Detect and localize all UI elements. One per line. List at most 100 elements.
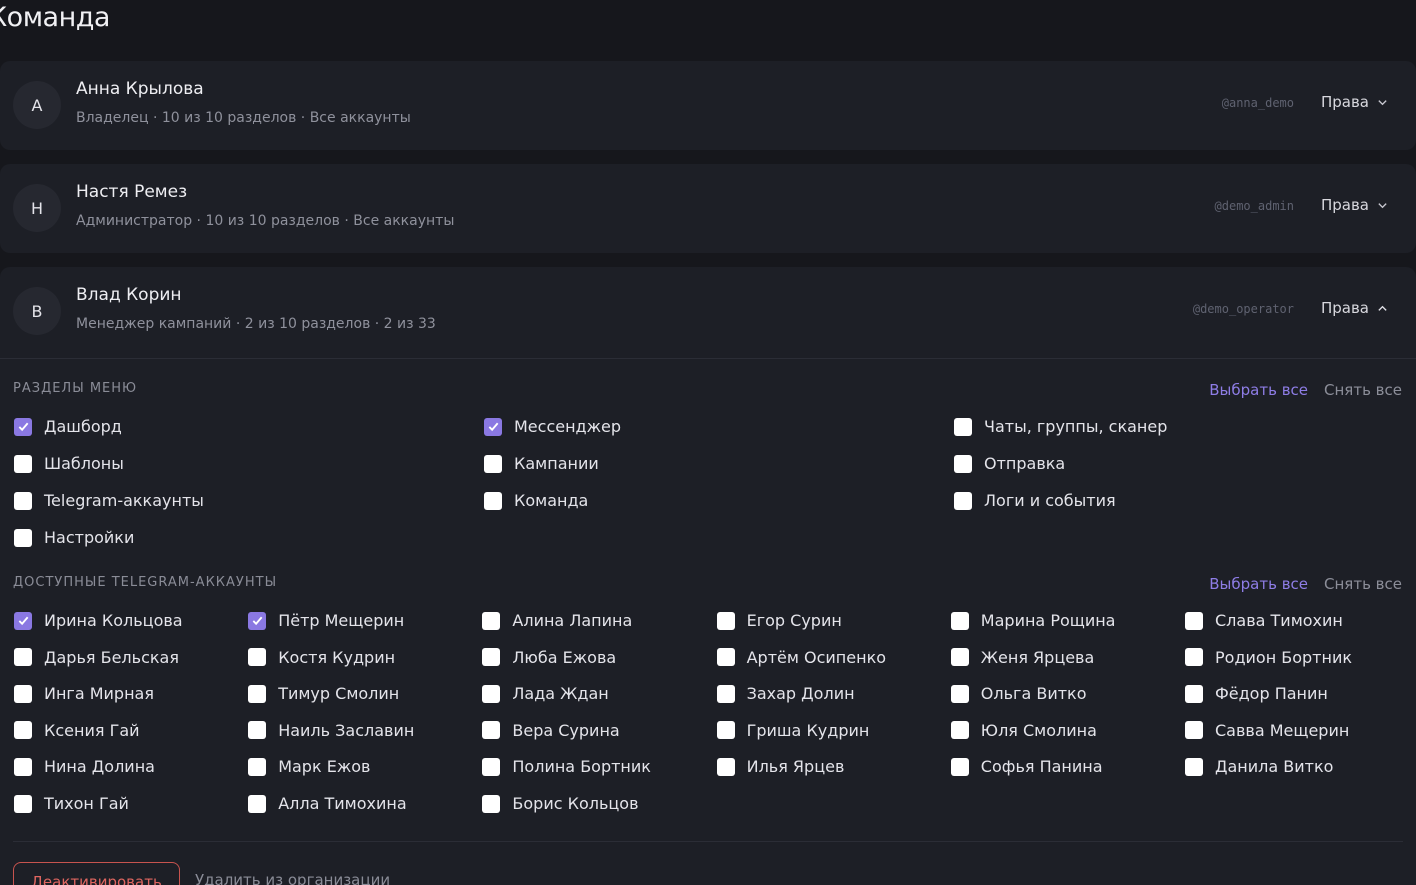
checkbox-unchecked[interactable] xyxy=(954,417,972,436)
checkbox-item[interactable]: Полина Бортник xyxy=(482,757,651,776)
rights-toggle[interactable]: Права xyxy=(1321,299,1388,317)
checkbox-item[interactable]: Тимур Смолин xyxy=(248,684,399,703)
checkbox-unchecked[interactable] xyxy=(248,794,267,813)
checkbox-item[interactable]: Илья Ярцев xyxy=(716,757,844,776)
checkbox-item[interactable]: Telegram-аккаунты xyxy=(14,491,204,510)
checkbox-item[interactable]: Егор Сурин xyxy=(716,611,842,630)
checkbox-unchecked[interactable] xyxy=(482,684,501,703)
checkbox-unchecked[interactable] xyxy=(14,757,32,776)
checkbox-unchecked[interactable] xyxy=(950,757,969,776)
checkbox-item[interactable]: Юля Смолина xyxy=(950,721,1097,740)
checkbox-unchecked[interactable] xyxy=(1185,611,1203,630)
checkbox-item[interactable]: Родион Бортник xyxy=(1185,648,1352,667)
checkbox-item[interactable]: Мессенджер xyxy=(484,417,621,436)
checkbox-item[interactable]: Наиль Заславин xyxy=(248,721,414,740)
checkbox-unchecked[interactable] xyxy=(716,611,735,630)
checkbox-item[interactable]: Данила Витко xyxy=(1185,757,1333,776)
checkbox-unchecked[interactable] xyxy=(14,794,32,813)
checkbox-label: Чаты, группы, сканер xyxy=(984,417,1168,436)
checkbox-unchecked[interactable] xyxy=(1185,648,1203,667)
checkbox-item[interactable]: Марк Ежов xyxy=(248,757,370,776)
checkbox-item[interactable]: Отправка xyxy=(954,454,1065,473)
checkbox-unchecked[interactable] xyxy=(484,491,502,510)
checkbox-item[interactable]: Борис Кольцов xyxy=(482,794,639,813)
accounts-select-all-button[interactable]: Выбрать все xyxy=(1209,575,1308,593)
checkbox-unchecked[interactable] xyxy=(248,721,267,740)
checkbox-unchecked[interactable] xyxy=(14,491,32,510)
checkbox-item[interactable]: Фёдор Панин xyxy=(1185,684,1328,703)
checkbox-item[interactable]: Пётр Мещерин xyxy=(248,611,404,630)
checkbox-unchecked[interactable] xyxy=(482,757,501,776)
checkbox-unchecked[interactable] xyxy=(950,721,969,740)
member-name: Влад Корин xyxy=(76,285,182,305)
checkbox-item[interactable]: Инга Мирная xyxy=(14,684,154,703)
checkbox-checked[interactable] xyxy=(14,417,32,436)
checkbox-unchecked[interactable] xyxy=(716,757,735,776)
checkbox-unchecked[interactable] xyxy=(482,611,501,630)
checkbox-unchecked[interactable] xyxy=(484,454,502,473)
checkbox-checked[interactable] xyxy=(248,611,267,630)
checkbox-unchecked[interactable] xyxy=(482,648,501,667)
checkbox-unchecked[interactable] xyxy=(716,721,735,740)
checkbox-item[interactable]: Алина Лапина xyxy=(482,611,632,630)
checkbox-item[interactable]: Гриша Кудрин xyxy=(716,721,869,740)
checkbox-item[interactable]: Женя Ярцева xyxy=(950,648,1094,667)
checkbox-unchecked[interactable] xyxy=(248,684,267,703)
checkbox-unchecked[interactable] xyxy=(248,757,267,776)
checkbox-item[interactable]: Ксения Гай xyxy=(14,721,140,740)
checkbox-item[interactable]: Костя Кудрин xyxy=(248,648,395,667)
checkbox-unchecked[interactable] xyxy=(950,611,969,630)
menu-select-all-button[interactable]: Выбрать все xyxy=(1209,381,1308,399)
checkbox-item[interactable]: Марина Рощина xyxy=(950,611,1115,630)
checkbox-label: Артём Осипенко xyxy=(746,647,887,667)
checkbox-item[interactable]: Нина Долина xyxy=(14,757,155,776)
checkbox-unchecked[interactable] xyxy=(14,684,32,703)
checkbox-item[interactable]: Захар Долин xyxy=(716,684,855,703)
checkbox-unchecked[interactable] xyxy=(1185,684,1203,703)
remove-from-org-button[interactable]: Удалить из организации xyxy=(195,871,390,885)
checkbox-item[interactable]: Команда xyxy=(484,491,588,510)
checkbox-item[interactable]: Дарья Бельская xyxy=(14,648,179,667)
rights-toggle[interactable]: Права xyxy=(1321,93,1388,111)
rights-toggle[interactable]: Права xyxy=(1321,196,1388,214)
checkbox-unchecked[interactable] xyxy=(954,454,972,473)
checkbox-unchecked[interactable] xyxy=(14,721,32,740)
checkbox-item[interactable]: Артём Осипенко xyxy=(716,647,887,667)
checkbox-checked[interactable] xyxy=(484,417,502,436)
checkbox-unchecked[interactable] xyxy=(950,684,969,703)
accounts-clear-all-button[interactable]: Снять все xyxy=(1324,575,1402,593)
checkbox-unchecked[interactable] xyxy=(14,454,32,473)
checkbox-item[interactable]: Алла Тимохина xyxy=(248,794,407,813)
checkbox-unchecked[interactable] xyxy=(248,648,267,667)
checkbox-item[interactable]: Ольга Витко xyxy=(950,684,1087,703)
checkbox-unchecked[interactable] xyxy=(14,528,32,547)
checkbox-item[interactable]: Люба Ежова xyxy=(482,648,616,667)
checkbox-unchecked[interactable] xyxy=(950,648,969,667)
divider xyxy=(13,841,1403,842)
checkbox-unchecked[interactable] xyxy=(482,721,501,740)
checkbox-item[interactable]: Настройки xyxy=(14,528,134,547)
checkbox-item[interactable]: Тихон Гай xyxy=(14,794,129,813)
deactivate-button[interactable]: Деактивировать xyxy=(13,862,180,885)
checkbox-unchecked[interactable] xyxy=(716,684,735,703)
checkbox-item[interactable]: Софья Панина xyxy=(950,757,1103,776)
checkbox-item[interactable]: Логи и события xyxy=(954,491,1116,510)
menu-clear-all-button[interactable]: Снять все xyxy=(1324,381,1402,399)
checkbox-unchecked[interactable] xyxy=(1185,721,1203,740)
checkbox-item[interactable]: Кампании xyxy=(484,454,599,473)
checkbox-item[interactable]: Чаты, группы, сканер xyxy=(954,417,1167,436)
checkbox-item[interactable]: Лада Ждан xyxy=(482,684,609,703)
checkbox-item[interactable]: Ирина Кольцова xyxy=(14,611,183,630)
checkbox-unchecked[interactable] xyxy=(482,794,501,813)
checkbox-unchecked[interactable] xyxy=(954,491,972,510)
checkbox-label: Савва Мещерин xyxy=(1215,720,1350,740)
checkbox-unchecked[interactable] xyxy=(716,648,735,667)
checkbox-item[interactable]: Вера Сурина xyxy=(482,721,620,740)
checkbox-unchecked[interactable] xyxy=(14,648,32,667)
checkbox-item[interactable]: Савва Мещерин xyxy=(1185,721,1349,740)
checkbox-item[interactable]: Шаблоны xyxy=(14,454,124,473)
checkbox-unchecked[interactable] xyxy=(1185,757,1203,776)
checkbox-item[interactable]: Дашборд xyxy=(14,417,122,436)
checkbox-item[interactable]: Слава Тимохин xyxy=(1185,611,1343,630)
checkbox-checked[interactable] xyxy=(14,611,32,630)
